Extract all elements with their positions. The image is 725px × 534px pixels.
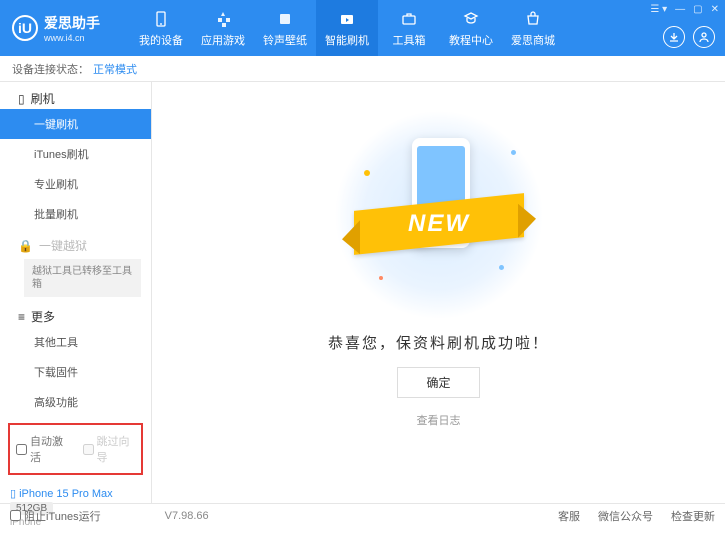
nav-toolbox[interactable]: 工具箱 (378, 0, 440, 56)
sidebar-group-jailbreak: 🔒一键越狱 (0, 229, 151, 256)
download-icon[interactable] (663, 26, 685, 48)
success-message: 恭喜您，保资料刷机成功啦！ (328, 332, 549, 353)
ok-button[interactable]: 确定 (397, 367, 479, 398)
version-label: V7.98.66 (165, 510, 209, 522)
lock-icon: 🔒 (18, 239, 33, 253)
sidebar-item-oneclick[interactable]: 一键刷机 (0, 109, 151, 139)
sidebar-item-itunes[interactable]: iTunes刷机 (0, 139, 151, 169)
sidebar-item-advanced[interactable]: 高级功能 (0, 387, 151, 417)
sidebar-group-flash[interactable]: ▯刷机 (0, 82, 151, 109)
nav-flash[interactable]: 智能刷机 (316, 0, 378, 56)
device-name: ▯ iPhone 15 Pro Max (10, 487, 141, 500)
footer-support[interactable]: 客服 (558, 508, 580, 524)
status-bar: 设备连接状态： 正常模式 (0, 56, 725, 82)
nav-apps[interactable]: 应用游戏 (192, 0, 254, 56)
options-highlight: 自动激活 跳过向导 (8, 423, 143, 475)
sidebar-item-batch[interactable]: 批量刷机 (0, 199, 151, 229)
auto-activate-checkbox[interactable]: 自动激活 (16, 433, 69, 465)
top-nav: 我的设备 应用游戏 铃声壁纸 智能刷机 工具箱 教程中心 爱思商城 (130, 0, 564, 56)
sidebar-item-other[interactable]: 其他工具 (0, 327, 151, 357)
main-content: NEW 恭喜您，保资料刷机成功啦！ 确定 查看日志 (152, 82, 725, 503)
app-url: www.i4.cn (44, 33, 100, 43)
success-illustration: NEW (334, 110, 544, 320)
close-icon[interactable]: ✕ (711, 4, 719, 15)
menu-icon[interactable]: ☰ ▾ (650, 4, 667, 15)
jailbreak-note: 越狱工具已转移至工具箱 (24, 259, 141, 297)
app-header: iU 爱思助手 www.i4.cn 我的设备 应用游戏 铃声壁纸 智能刷机 工具… (0, 0, 725, 56)
nav-ringtones[interactable]: 铃声壁纸 (254, 0, 316, 56)
footer-wechat[interactable]: 微信公众号 (598, 508, 653, 524)
maximize-icon[interactable]: ▢ (693, 4, 702, 15)
sidebar: ▯刷机 一键刷机 iTunes刷机 专业刷机 批量刷机 🔒一键越狱 越狱工具已转… (0, 82, 152, 503)
logo-icon: iU (12, 15, 38, 41)
sidebar-item-download[interactable]: 下载固件 (0, 357, 151, 387)
footer-update[interactable]: 检查更新 (671, 508, 715, 524)
logo: iU 爱思助手 www.i4.cn (0, 13, 112, 43)
block-itunes-checkbox[interactable]: 阻止iTunes运行 (10, 508, 101, 524)
view-log-link[interactable]: 查看日志 (417, 412, 461, 428)
sidebar-item-pro[interactable]: 专业刷机 (0, 169, 151, 199)
sidebar-group-more[interactable]: ≡更多 (0, 300, 151, 327)
skip-guide-checkbox[interactable]: 跳过向导 (83, 433, 136, 465)
nav-my-device[interactable]: 我的设备 (130, 0, 192, 56)
menu-icon: ≡ (18, 310, 25, 324)
status-value: 正常模式 (93, 61, 137, 77)
nav-tutorials[interactable]: 教程中心 (440, 0, 502, 56)
nav-store[interactable]: 爱思商城 (502, 0, 564, 56)
window-controls: ☰ ▾ ― ▢ ✕ (650, 4, 719, 15)
status-label: 设备连接状态： (12, 61, 89, 77)
phone-icon: ▯ (18, 92, 25, 106)
app-title: 爱思助手 (44, 13, 100, 33)
user-icon[interactable] (693, 26, 715, 48)
minimize-icon[interactable]: ― (675, 4, 685, 15)
